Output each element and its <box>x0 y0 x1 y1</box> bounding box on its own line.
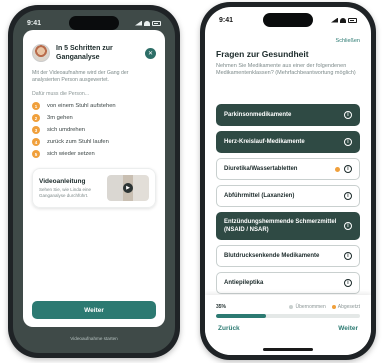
option-laxatives[interactable]: Abführmittel (Laxanzien) i <box>216 185 360 207</box>
info-icon[interactable]: i <box>344 252 352 260</box>
steps-list: 1 von einem Stuhl aufstehen 2 3m gehen 3 si… <box>32 102 156 158</box>
option-label: Parkinsonmedikamente <box>224 112 292 118</box>
close-icon[interactable]: ✕ <box>145 47 156 59</box>
step-text: 3m gehen <box>47 115 73 121</box>
battery-icon <box>152 20 161 26</box>
step-number-icon: 5 <box>32 150 40 158</box>
step-item: 4 zurück zum Stuhl laufen <box>32 138 156 146</box>
avatar <box>32 44 50 62</box>
progress-percent: 35% <box>216 304 227 310</box>
page-title: Fragen zur Gesundheit <box>216 49 309 59</box>
legend-dot-icon <box>331 305 336 309</box>
progress-bar <box>216 314 360 318</box>
video-title: Videoanleitung <box>39 177 86 185</box>
info-icon[interactable]: i <box>344 165 352 173</box>
modal-title: In 5 Schritten zur Ganganalyse <box>56 45 113 61</box>
modal-header: In 5 Schritten zur Ganganalyse ✕ <box>32 44 156 62</box>
back-button[interactable]: Zurück <box>218 325 240 332</box>
next-button[interactable]: Weiter <box>32 301 156 319</box>
signal-icon <box>135 20 142 26</box>
next-button[interactable]: Weiter <box>338 325 358 332</box>
step-item: 1 von einem Stuhl aufstehen <box>32 102 156 110</box>
modal-description: Mit der Videoaufnahme wird der Gang der … <box>32 70 129 83</box>
info-icon[interactable]: i <box>344 111 352 119</box>
option-cardiovascular[interactable]: Herz-Kreislauf-Medikamente i <box>216 131 360 153</box>
medication-options: Parkinsonmedikamente i Herz-Kreislauf-Med… <box>216 104 360 299</box>
video-description: Sehen Sie, wie Linda eine Ganganalyse du… <box>39 186 92 198</box>
legend-taken: Übernommen <box>289 304 326 310</box>
status-icons <box>135 20 161 26</box>
info-icon[interactable]: i <box>344 138 352 146</box>
step-text: zurück zum Stuhl laufen <box>47 139 109 145</box>
home-indicator <box>263 348 313 351</box>
video-thumbnail[interactable]: ▶ <box>107 175 149 201</box>
legend-dot-icon <box>289 305 294 309</box>
pending-dot-icon <box>335 166 340 172</box>
nav-row: Zurück Weiter <box>218 325 358 332</box>
step-number-icon: 4 <box>32 138 40 146</box>
start-recording-label[interactable]: Videoaufnahme starten <box>13 336 175 341</box>
legend-taken-label: Übernommen <box>295 304 326 310</box>
phone-right: 9:41 Schließen Fragen zur Gesundheit Neh… <box>200 2 376 360</box>
progress-row: 35% Übernommen Abgesetzt <box>216 304 360 310</box>
option-antiepileptics[interactable]: Antiepileptika i <box>216 272 360 294</box>
step-number-icon: 3 <box>32 126 40 134</box>
progress-fill <box>216 314 267 318</box>
option-label: Blutdrucksenkende Medikamente <box>224 253 320 259</box>
option-label: Herz-Kreislauf-Medikamente <box>224 139 305 145</box>
instructions-modal: In 5 Schritten zur Ganganalyse ✕ Mit der… <box>23 30 165 327</box>
play-icon[interactable]: ▶ <box>123 183 133 193</box>
status-icons <box>331 17 357 23</box>
option-diuretics[interactable]: Diuretika/Wassertabletten i <box>216 158 360 180</box>
step-number-icon: 1 <box>32 102 40 110</box>
step-item: 2 3m gehen <box>32 114 156 122</box>
onboarding-screen: 9:41 In 5 Schritten zur Ganganalyse ✕ Mi… <box>13 10 175 353</box>
info-icon[interactable]: i <box>344 192 352 200</box>
step-text: sich wieder setzen <box>47 151 95 157</box>
step-item: 3 sich umdrehen <box>32 126 156 134</box>
video-card-text: Videoanleitung Sehen Sie, wie Linda eine… <box>39 178 103 199</box>
option-antihypertensives[interactable]: Blutdrucksenkende Medikamente i <box>216 245 360 267</box>
option-label: Antiepileptika <box>224 280 264 286</box>
option-label: Entzündungshemmende Schmerzmittel (NSAID… <box>224 219 337 233</box>
option-label: Abführmittel (Laxanzien) <box>224 193 295 199</box>
step-text: sich umdrehen <box>47 127 86 133</box>
option-nsaid[interactable]: Entzündungshemmende Schmerzmittel (NSAID… <box>216 212 360 240</box>
battery-icon <box>348 17 357 23</box>
info-icon[interactable]: i <box>344 222 352 230</box>
wifi-icon <box>144 20 150 26</box>
option-label: Diuretika/Wassertabletten <box>224 166 298 172</box>
status-bar: 9:41 <box>13 16 175 30</box>
wifi-icon <box>340 17 346 23</box>
legend-open: Abgesetzt <box>331 304 360 310</box>
signal-icon <box>331 17 338 23</box>
steps-intro: Dafür muss die Person... <box>32 91 90 97</box>
status-bar: 9:41 <box>205 13 371 27</box>
bottom-panel: 35% Übernommen Abgesetzt Zurück Weiter <box>205 295 371 355</box>
step-item: 5 sich wieder setzen <box>32 150 156 158</box>
info-icon[interactable]: i <box>344 279 352 287</box>
status-time: 9:41 <box>219 16 234 24</box>
step-text: von einem Stuhl aufstehen <box>47 103 116 109</box>
question-text: Nehmen Sie Medikamente aus einer der fol… <box>216 63 356 77</box>
option-parkinson[interactable]: Parkinsonmedikamente i <box>216 104 360 126</box>
step-number-icon: 2 <box>32 114 40 122</box>
health-questions-screen: 9:41 Schließen Fragen zur Gesundheit Neh… <box>205 7 371 355</box>
phone-left: 9:41 In 5 Schritten zur Ganganalyse ✕ Mi… <box>8 5 180 358</box>
status-time: 9:41 <box>27 19 42 27</box>
video-guide-card[interactable]: Videoanleitung Sehen Sie, wie Linda eine… <box>32 168 156 208</box>
close-link[interactable]: Schließen <box>336 38 360 44</box>
legend-open-label: Abgesetzt <box>337 304 360 310</box>
